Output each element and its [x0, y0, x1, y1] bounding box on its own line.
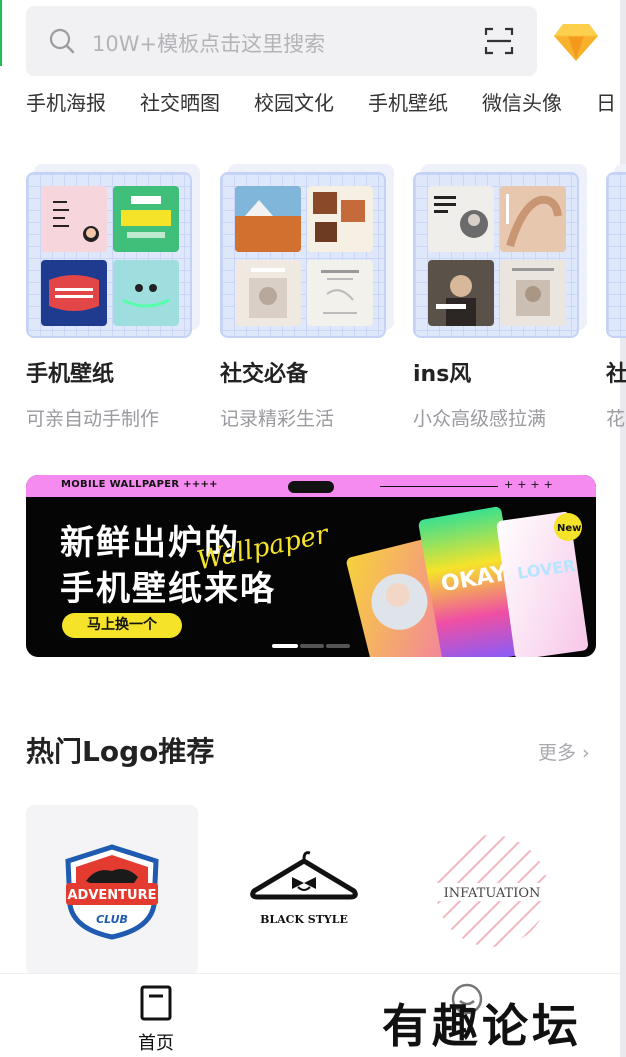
template-subtitle: 记录精彩生活 [220, 408, 335, 430]
nav-home-label[interactable]: 首页 [138, 1029, 174, 1055]
right-scroll-edge [620, 0, 626, 1057]
template-subtitle: 可亲自动手制作 [26, 408, 160, 430]
template-thumbnail [413, 160, 587, 338]
category-tabs: 手机海报 社交晒图 校园文化 手机壁纸 微信头像日 [26, 86, 626, 122]
logo-black-style-text: BLACK STYLE [260, 913, 348, 926]
pagination-dot [300, 644, 324, 648]
template-card-ins[interactable]: ins风 小众高级感拉满 [413, 160, 587, 430]
template-card-wallpaper[interactable]: 手机壁纸 可亲自动手制作 [26, 160, 200, 430]
vip-diamond-icon[interactable] [553, 22, 599, 62]
thumb-tile [235, 186, 301, 252]
template-cards-row: 手机壁纸 可亲自动手制作 社交必备 记录精彩生活 ins风 小众高级感拉满 社 … [26, 160, 626, 440]
more-link[interactable]: 更多 › [538, 738, 590, 765]
banner-tag: MOBILE WALLPAPER ++++ [61, 479, 218, 490]
thumb-tile [307, 260, 373, 326]
template-subtitle: 花 [606, 408, 626, 430]
banner-stars: ++++ [504, 478, 557, 491]
thumb-tile [113, 186, 179, 252]
scan-icon[interactable] [483, 25, 515, 57]
banner-pagination [272, 644, 352, 648]
infatuation-logo: INFATUATION [434, 835, 550, 947]
thumb-tile [41, 260, 107, 326]
template-thumbnail [26, 160, 200, 338]
thumb-tile [235, 260, 301, 326]
black-style-logo: BLACK STYLE [250, 851, 358, 926]
pagination-dot [326, 644, 350, 648]
logo-card-adventure[interactable]: ADVENTURE CLUB [26, 805, 198, 975]
logo-card-infatuation[interactable]: INFATUATION [406, 805, 578, 975]
thumb-tile [500, 186, 566, 252]
left-edge-strip [0, 0, 2, 66]
banner-line [380, 486, 498, 487]
banner-phones-illustration: OKAY LOVER New [346, 506, 589, 657]
phone-text-new: New [557, 523, 581, 534]
template-title: ins风 [413, 362, 472, 387]
logo-card-black-style[interactable]: BLACK STYLE [218, 805, 390, 975]
banner-pill [288, 481, 334, 493]
category-tab[interactable]: 手机海报 [26, 86, 106, 120]
banner-headline-2: 手机壁纸来咯 [60, 569, 276, 609]
template-thumbnail [220, 160, 394, 338]
logo-infatuation-text: INFATUATION [444, 886, 541, 901]
thumb-tile [41, 186, 107, 252]
thumb-tile [113, 260, 179, 326]
logo-adventure-text: ADVENTURE [68, 888, 157, 903]
template-title: 社 [606, 362, 626, 387]
category-tab[interactable]: 校园文化 [254, 86, 334, 120]
template-thumbnail [606, 160, 626, 338]
thumb-tile [428, 260, 494, 326]
thumb-tile [500, 260, 566, 326]
search-icon [49, 28, 75, 54]
home-icon[interactable] [140, 985, 172, 1021]
template-card-social[interactable]: 社交必备 记录精彩生活 [220, 160, 394, 430]
adventure-club-logo: ADVENTURE CLUB [65, 844, 159, 940]
search-placeholder: 10W+模板点击这里搜索 [92, 32, 326, 56]
thumb-tile [428, 186, 494, 252]
section-title: 热门Logo推荐 [26, 735, 215, 768]
search-bar[interactable]: 10W+模板点击这里搜索 [26, 6, 537, 76]
watermark-text: 有趣论坛 [382, 999, 582, 1053]
pagination-dot-active [272, 644, 298, 648]
category-tab[interactable]: 日 [596, 86, 616, 120]
template-title: 手机壁纸 [26, 362, 115, 387]
thumb-tile [307, 186, 373, 252]
change-wallpaper-button[interactable]: 马上换一个 [62, 613, 182, 638]
template-subtitle: 小众高级感拉满 [413, 408, 547, 430]
template-card-partial[interactable]: 社 花 [606, 160, 626, 430]
logo-club-text: CLUB [96, 913, 128, 926]
wallpaper-banner[interactable]: MOBILE WALLPAPER ++++ ++++ 新鲜出炉的 手机壁纸来咯 … [26, 475, 596, 657]
category-tab[interactable]: 微信头像 [482, 86, 562, 120]
category-tab[interactable]: 手机壁纸 [368, 86, 448, 120]
category-tab[interactable]: 社交晒图 [140, 86, 220, 120]
template-title: 社交必备 [220, 362, 309, 387]
